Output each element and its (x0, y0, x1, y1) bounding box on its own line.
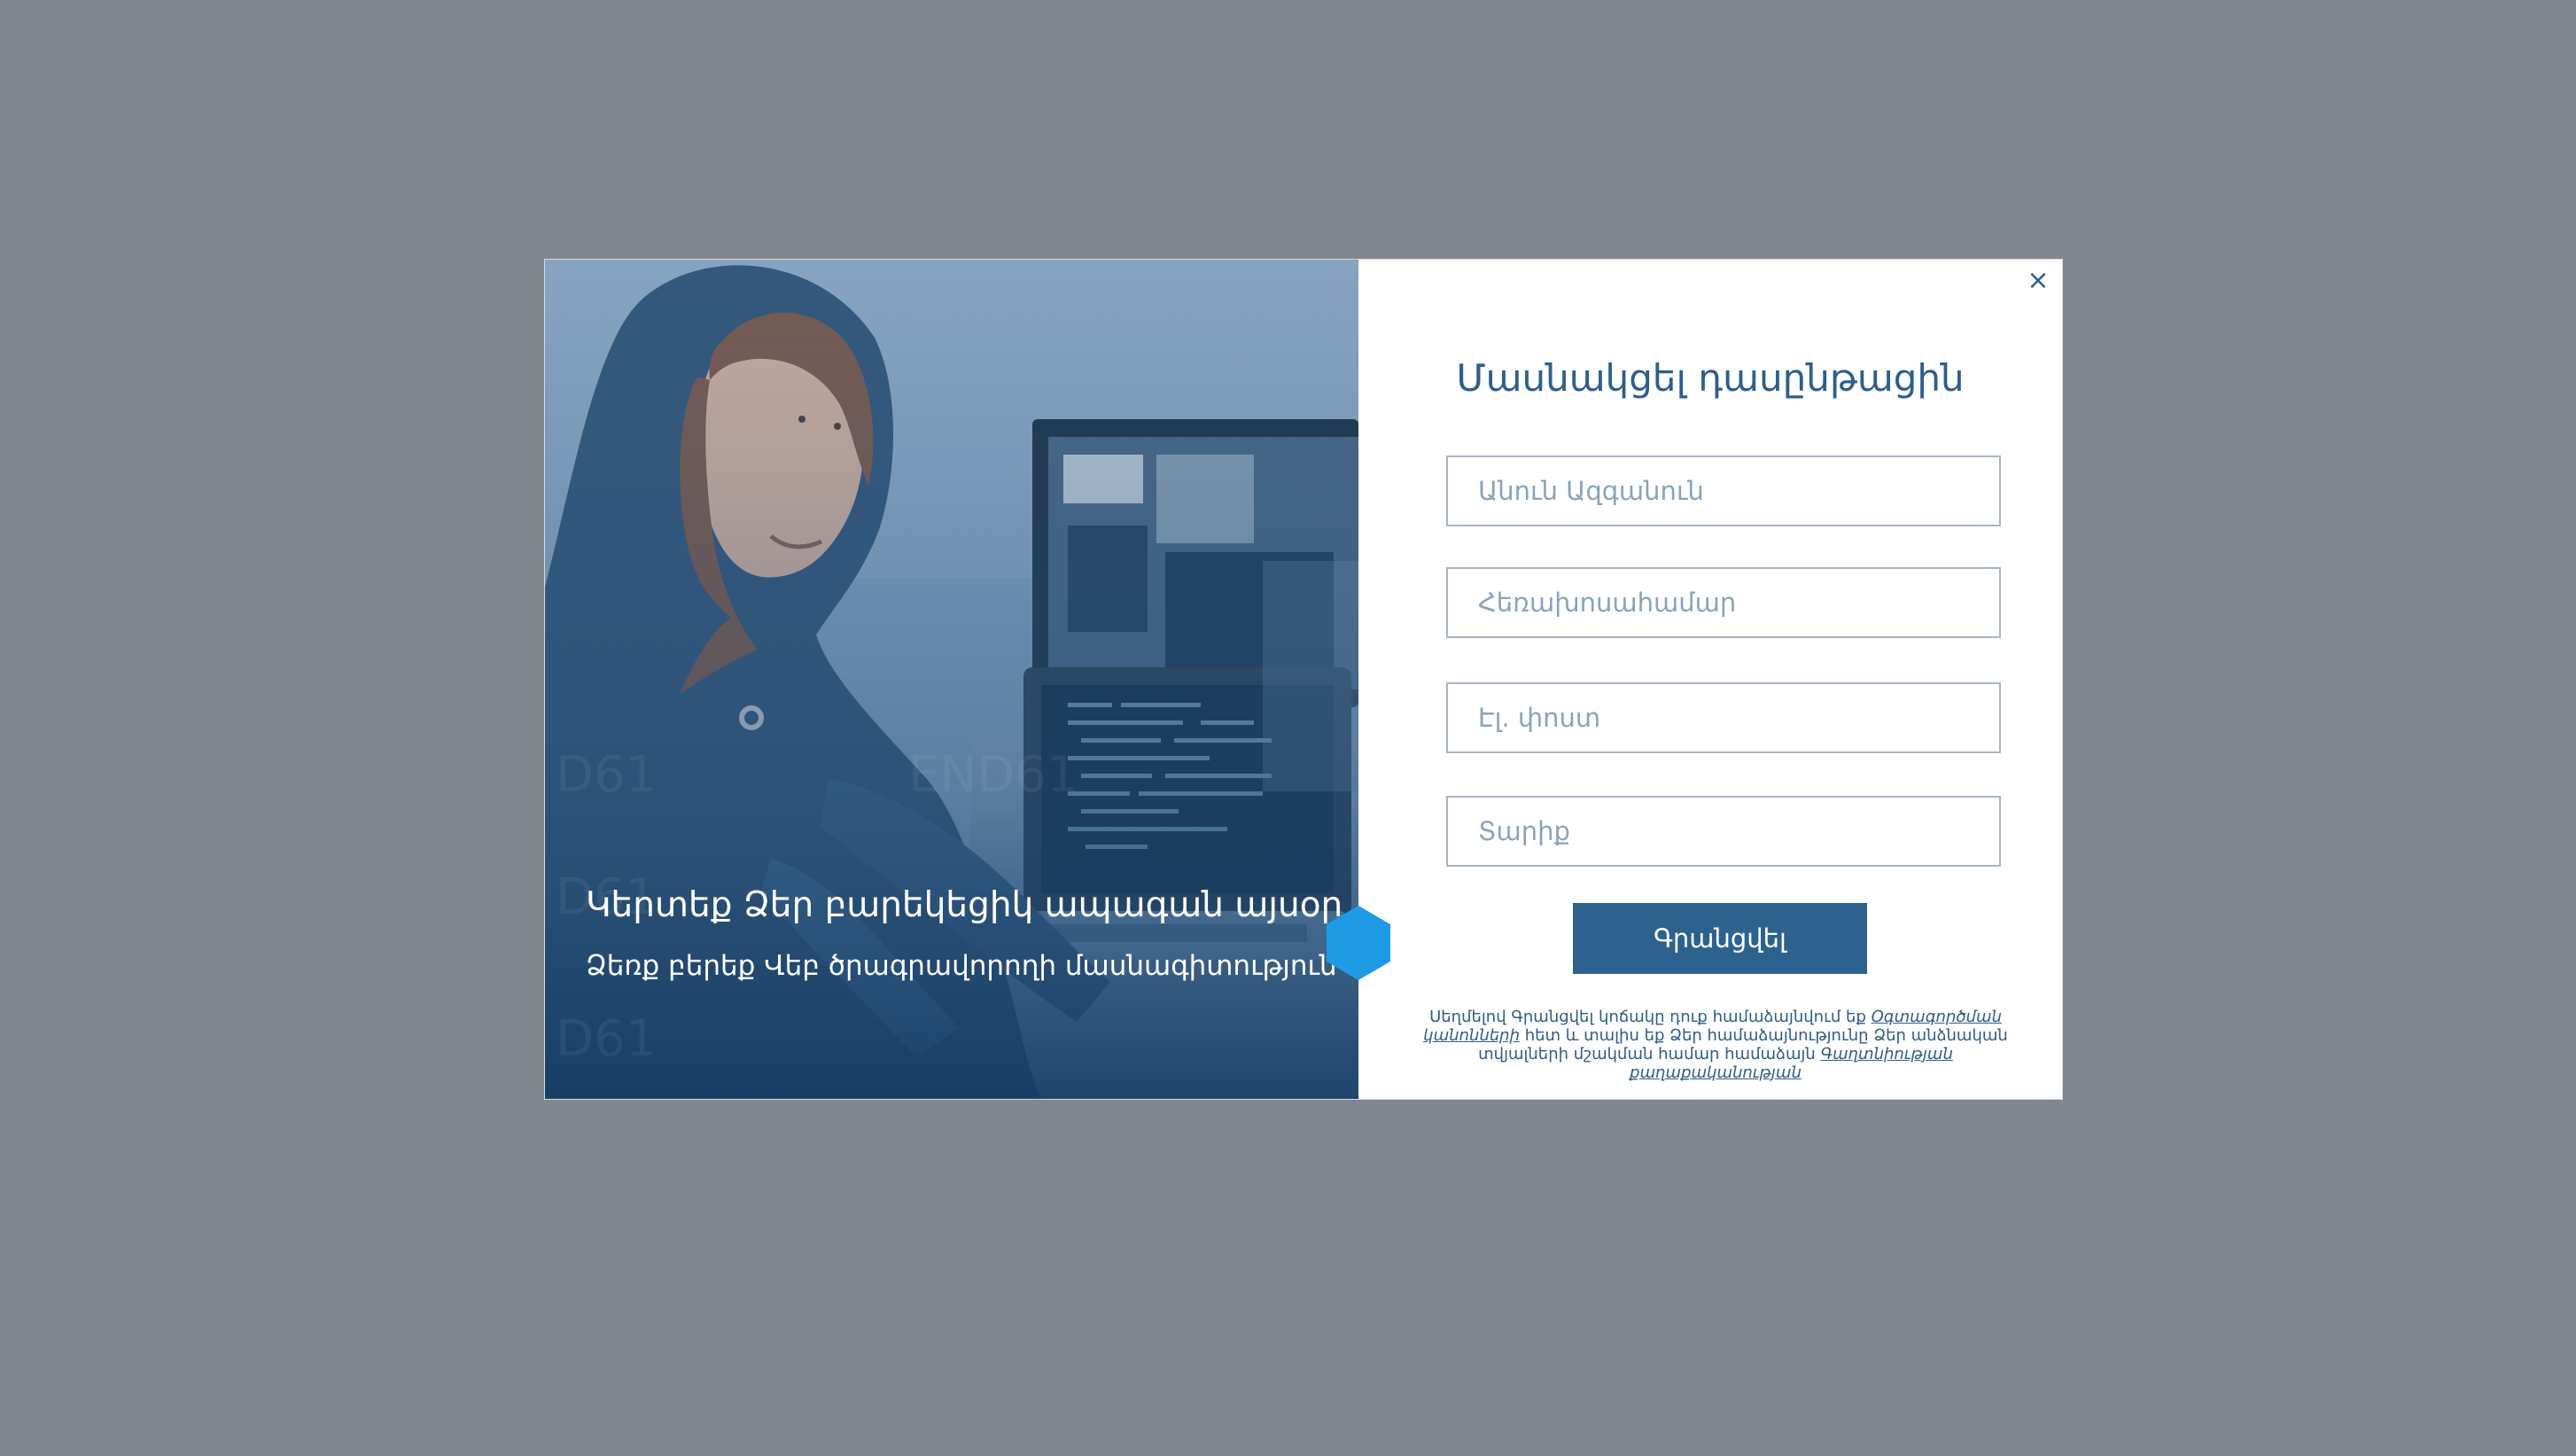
registration-modal: D61 END61 D61 D61 Կերտեք Ձեր բարեկեցիկ ա… (545, 260, 2062, 1099)
legal-prefix: Սեղմելով Գրանցվել կոճակը դուք համաձայնվո… (1429, 1008, 1872, 1026)
phone-field[interactable] (1446, 567, 2001, 638)
email-field[interactable] (1446, 682, 2001, 753)
form-title: Մասնակցել դասընթացին (1456, 356, 1965, 400)
hero-subtitle: Ձեռք բերեք Վեբ ծրագրավորողի մասնագիտությ… (586, 950, 1337, 982)
age-input[interactable] (1448, 798, 1999, 865)
phone-input[interactable] (1448, 569, 1999, 636)
hero-panel: D61 END61 D61 D61 Կերտեք Ձեր բարեկեցիկ ա… (545, 260, 1358, 1099)
full-name-field[interactable] (1446, 455, 2001, 526)
email-input[interactable] (1448, 684, 1999, 751)
register-button[interactable]: Գրանցվել (1573, 903, 1867, 974)
legal-disclaimer: Սեղմելով Գրանցվել կոճակը դուք համաձայնվո… (1410, 1008, 2021, 1082)
svg-text:D61: D61 (556, 746, 657, 804)
svg-text:END61: END61 (908, 746, 1078, 804)
hero-title: Կերտեք Ձեր բարեկեցիկ ապագան այսօր (586, 885, 1343, 925)
full-name-input[interactable] (1448, 457, 1999, 525)
age-field[interactable] (1446, 796, 2001, 867)
registration-form-panel: Մասնակցել դասընթացին Գրանցվել Սեղմելով Գ… (1358, 260, 2062, 1099)
svg-text:D61: D61 (556, 1010, 657, 1068)
